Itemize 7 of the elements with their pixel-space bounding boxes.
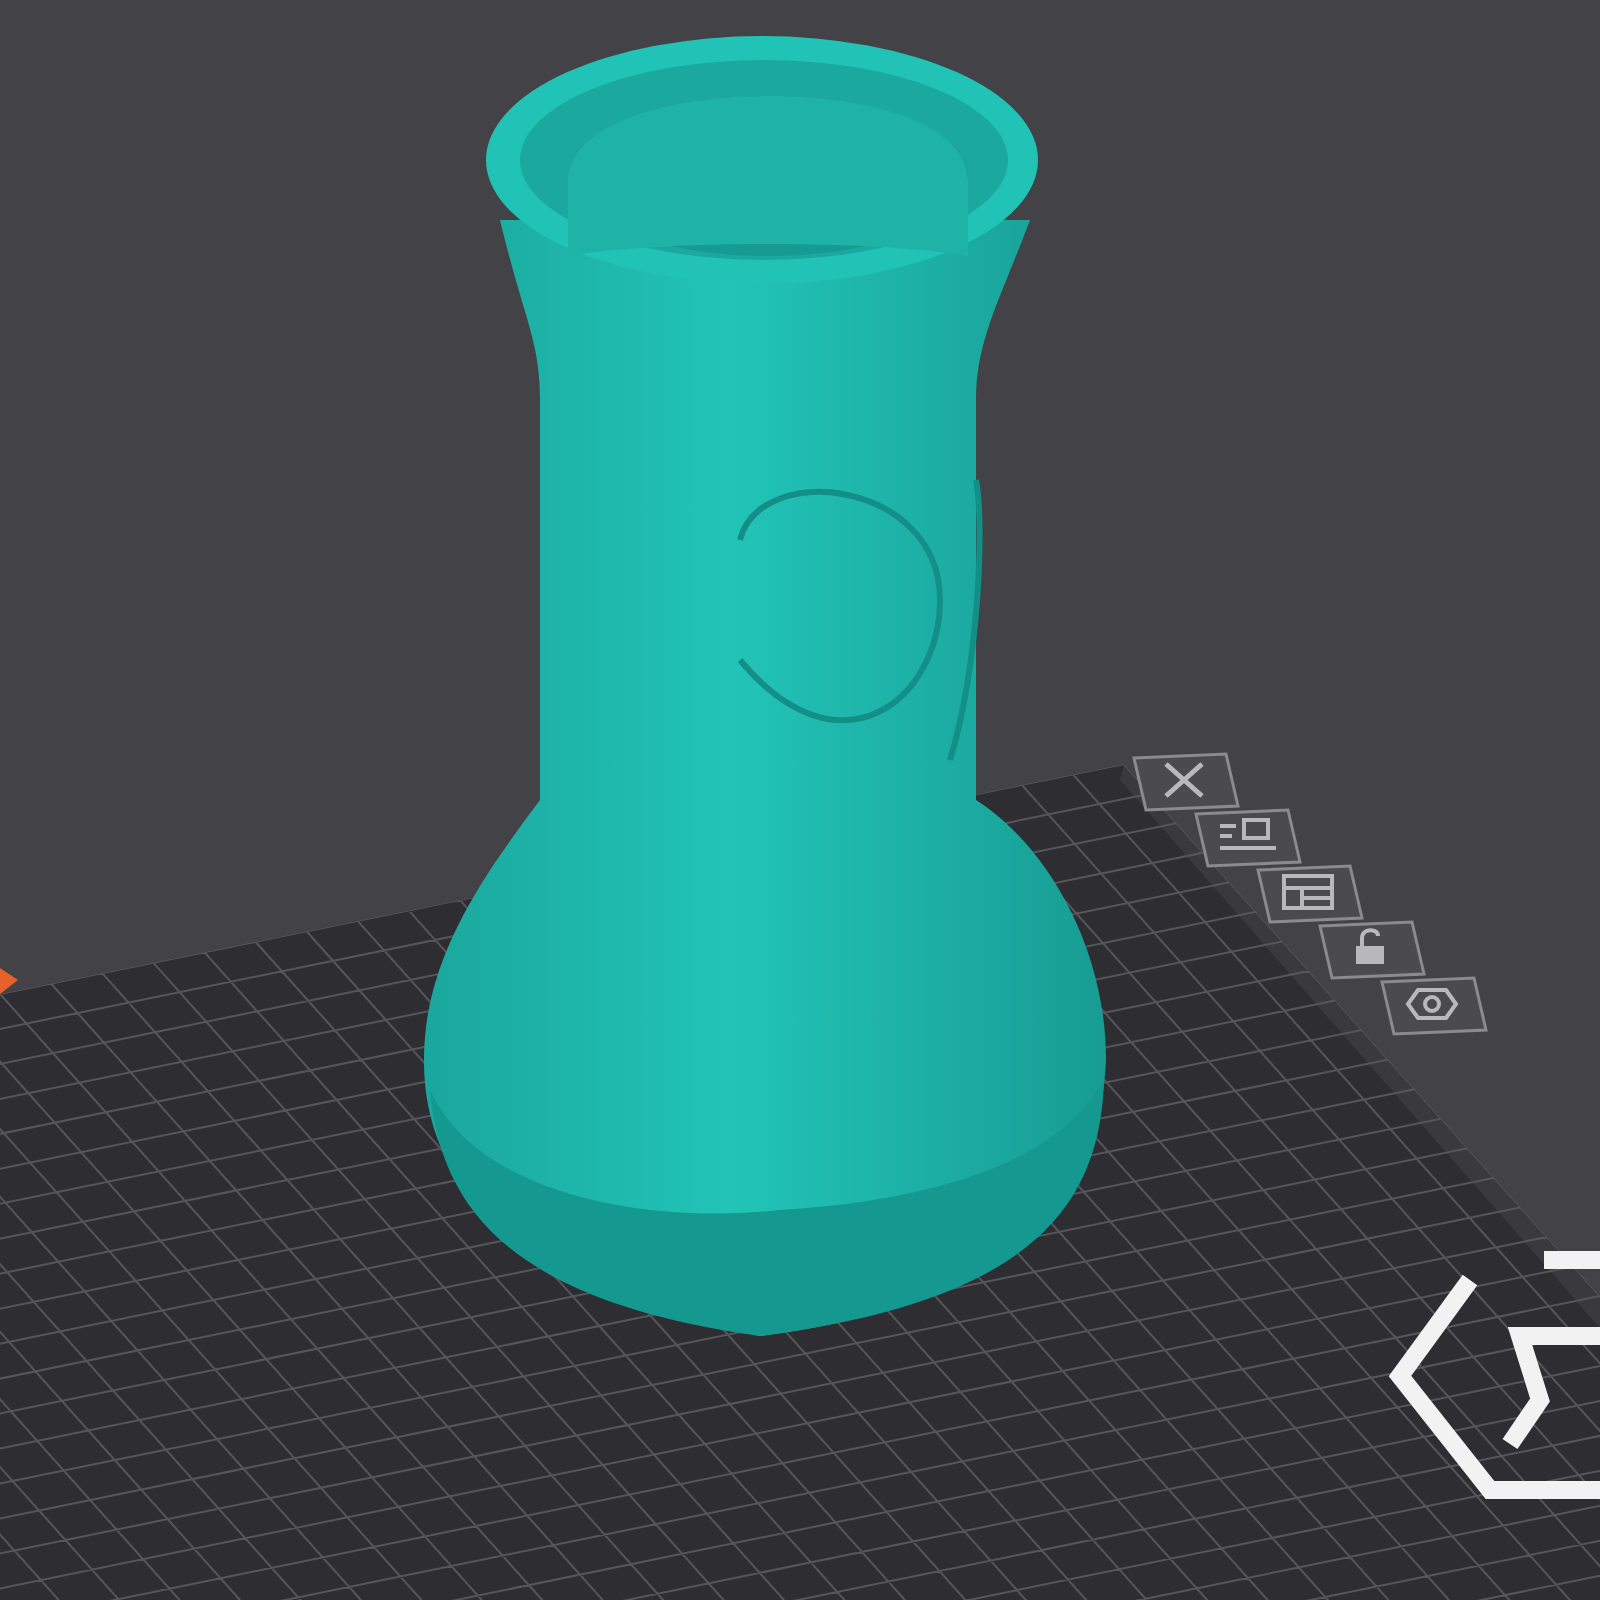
close-icon[interactable] bbox=[1132, 752, 1240, 812]
axis-arrow-icon bbox=[0, 968, 18, 994]
padlock-icon[interactable] bbox=[1318, 920, 1426, 980]
hexagon-nut-icon[interactable] bbox=[1380, 976, 1488, 1036]
image-layout-icon[interactable] bbox=[1194, 808, 1302, 868]
layout-icon[interactable] bbox=[1256, 864, 1364, 924]
plate-logo-icon bbox=[1388, 1251, 1600, 1499]
